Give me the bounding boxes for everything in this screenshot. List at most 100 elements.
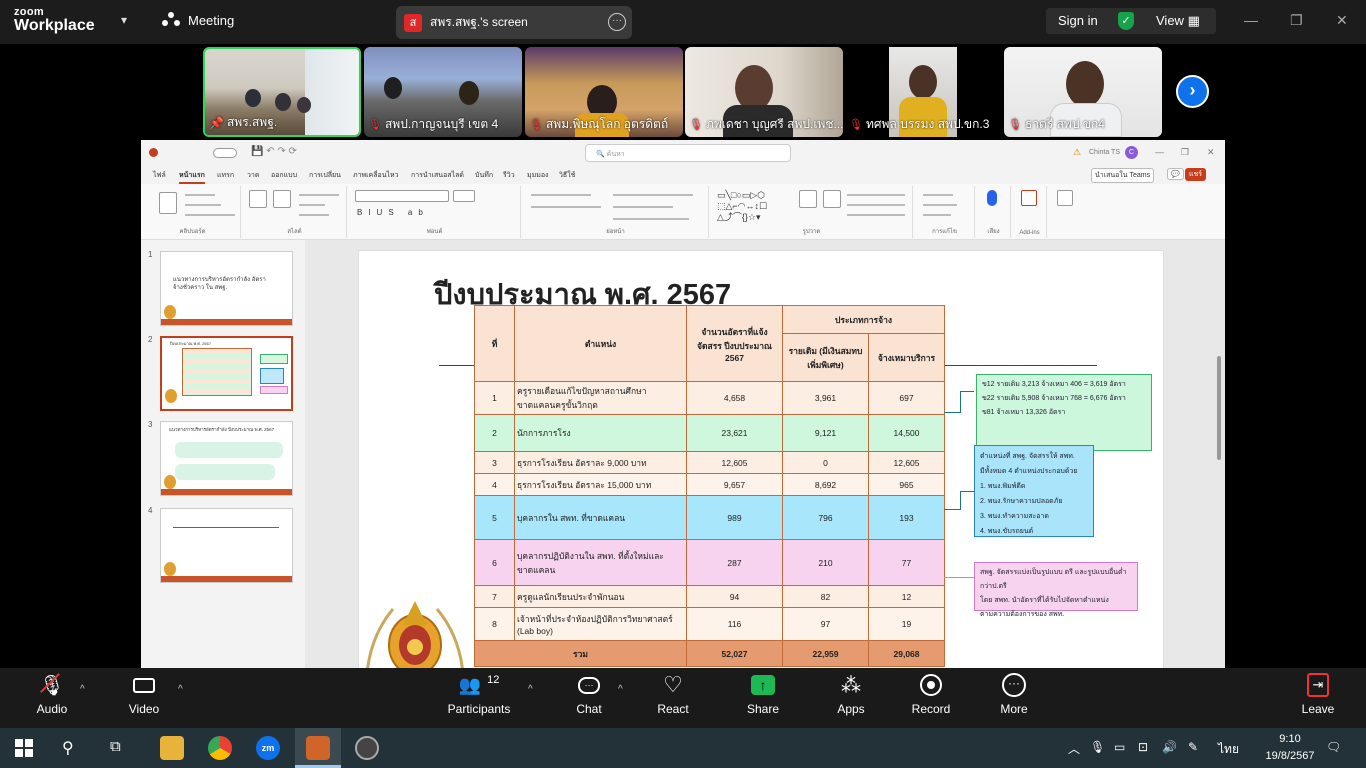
search-input[interactable]: 🔍 ค้นหา xyxy=(585,144,791,162)
font-family-select[interactable] xyxy=(355,190,449,202)
chat-options-chevron-icon[interactable]: ^ xyxy=(618,684,623,695)
share-file-button[interactable]: แชร์ xyxy=(1185,168,1207,181)
recorder-app-icon[interactable] xyxy=(355,736,379,760)
slide-thumbnail[interactable] xyxy=(160,508,293,583)
tab-animations[interactable]: ภาพเคลื่อนไหว xyxy=(353,170,399,181)
powerpoint-app-icon[interactable] xyxy=(306,736,330,760)
reset-button[interactable] xyxy=(299,204,325,206)
font-format-icons[interactable]: BIUS ab xyxy=(357,208,429,217)
tab-file[interactable]: ไฟล์ xyxy=(153,170,166,181)
volume-icon[interactable]: 🔊 xyxy=(1162,740,1177,754)
video-tile[interactable]: 🎙 ทศพล บรรมง สพป.ขก.3 xyxy=(845,47,1003,137)
windows-start-icon[interactable] xyxy=(15,739,33,757)
present-in-teams-button[interactable]: นำเสนอใน Teams xyxy=(1091,168,1155,183)
video-tile[interactable]: 🎙 สพม.พิษณุโลก อุตรดิตถ์ xyxy=(525,47,683,137)
view-button[interactable]: View ▦ xyxy=(1156,13,1200,29)
meeting-menu-button[interactable]: Meeting xyxy=(162,12,234,28)
ppt-maximize-icon[interactable]: ❐ xyxy=(1181,147,1189,158)
more-button[interactable]: ··· More xyxy=(989,668,1039,728)
text-direction-button[interactable] xyxy=(613,194,693,196)
copy-button[interactable] xyxy=(185,204,221,206)
maximize-icon[interactable]: ❐ xyxy=(1290,12,1303,29)
participants-options-chevron-icon[interactable]: ^ xyxy=(528,684,533,695)
align-text-button[interactable] xyxy=(613,206,673,208)
zoom-app-icon[interactable]: zm xyxy=(256,736,280,760)
arrange-icon[interactable] xyxy=(799,190,817,208)
dictate-mic-icon[interactable] xyxy=(987,190,997,206)
clock[interactable]: 9:10 19/8/2567 xyxy=(1260,731,1320,765)
shape-fill-button[interactable] xyxy=(847,194,905,196)
tab-draw[interactable]: วาด xyxy=(247,170,259,181)
ppt-minimize-icon[interactable]: — xyxy=(1155,147,1164,157)
tab-slideshow[interactable]: การนำเสนอสไลด์ xyxy=(411,170,464,181)
select-button[interactable] xyxy=(923,214,951,216)
record-button[interactable]: Record xyxy=(906,668,956,728)
chevron-down-icon[interactable]: ▾ xyxy=(121,13,127,27)
addins-icon[interactable] xyxy=(1021,190,1037,206)
tab-view[interactable]: มุมมอง xyxy=(527,170,548,181)
audio-button[interactable]: 🎙 Audio xyxy=(22,668,82,728)
slide-thumbnail[interactable]: แนวทางการบริหารอัตรากำลัง อัตราจ้างชั่วค… xyxy=(160,251,293,326)
shapes-gallery[interactable]: ▭╲□○▭▷⬡ ⬚△⌐◠↔↕☐ △⤴⌒{}☆▾ xyxy=(717,190,767,223)
shape-effects-button[interactable] xyxy=(847,214,905,216)
file-explorer-icon[interactable] xyxy=(160,736,184,760)
participants-button[interactable]: 👥 12 Participants xyxy=(444,668,514,728)
user-avatar[interactable]: C xyxy=(1125,146,1138,159)
video-tile[interactable]: 📌 สพร.สพฐ. xyxy=(203,47,361,137)
sign-in-button[interactable]: Sign in xyxy=(1058,13,1098,28)
paste-icon[interactable] xyxy=(159,192,177,214)
tab-review[interactable]: รีวิว xyxy=(503,170,515,181)
task-view-icon[interactable]: ⧉ xyxy=(110,738,121,755)
more-options-icon[interactable]: ··· xyxy=(608,13,626,31)
next-page-chevron-icon[interactable]: › xyxy=(1176,75,1209,108)
slide-thumbnail[interactable]: แนวทางการบริหารอัตรากำลัง ปีงบประมาณ พ.ศ… xyxy=(160,421,293,496)
video-button[interactable]: Video xyxy=(114,668,174,728)
security-shield-icon[interactable]: ✓ xyxy=(1118,12,1134,30)
format-painter-button[interactable] xyxy=(185,214,235,216)
tab-home[interactable]: หน้าแรก xyxy=(179,170,205,184)
layout-button[interactable] xyxy=(299,194,339,196)
screen-share-indicator[interactable]: ส สพร.สพฐ.'s screen ··· xyxy=(396,6,632,39)
reuse-slides-icon[interactable] xyxy=(273,190,291,208)
autosave-toggle[interactable] xyxy=(213,148,237,158)
video-tile[interactable]: 🎙 ธาตรี สพป.ขก4 xyxy=(1004,47,1162,137)
minimize-icon[interactable]: — xyxy=(1244,12,1258,28)
pen-icon[interactable]: ✎ xyxy=(1188,740,1198,754)
cut-button[interactable] xyxy=(185,194,215,196)
list-buttons[interactable] xyxy=(531,194,591,196)
quick-access-icons[interactable]: 💾 ↶ ↷ ⟳ xyxy=(251,146,297,157)
apps-button[interactable]: ⁂ Apps xyxy=(826,668,876,728)
leave-button[interactable]: ⇥ Leave xyxy=(1293,668,1343,728)
tab-design[interactable]: ออกแบบ xyxy=(271,170,297,181)
tab-record[interactable]: บันทึก xyxy=(475,170,493,181)
current-slide[interactable]: ปีงบประมาณ พ.ศ. 2567 ที่ ตำแหน่ง จำนวนอั… xyxy=(358,250,1164,668)
audio-options-chevron-icon[interactable]: ^ xyxy=(80,684,85,695)
share-screen-button[interactable]: ↑ Share xyxy=(738,668,788,728)
replace-button[interactable] xyxy=(923,204,957,206)
section-button[interactable] xyxy=(299,214,329,216)
ppt-close-icon[interactable]: ✕ xyxy=(1207,147,1215,158)
vertical-scrollbar[interactable] xyxy=(1217,356,1221,460)
chrome-icon[interactable] xyxy=(208,736,232,760)
close-icon[interactable]: ✕ xyxy=(1336,12,1348,29)
chat-button[interactable]: ··· Chat xyxy=(564,668,614,728)
input-language[interactable]: ไทย xyxy=(1218,740,1239,759)
designer-icon[interactable] xyxy=(1057,190,1073,206)
react-button[interactable]: ♡ React xyxy=(648,668,698,728)
show-hidden-icons-chevron-icon[interactable]: ︿ xyxy=(1068,740,1080,757)
slide-thumbnail-selected[interactable]: ปีงบประมาณ พ.ศ. 2567 xyxy=(160,336,293,411)
slide-editor[interactable]: ปีงบประมาณ พ.ศ. 2567 ที่ ตำแหน่ง จำนวนอั… xyxy=(305,240,1225,668)
shape-outline-button[interactable] xyxy=(847,204,905,206)
video-tile[interactable]: 🎙 สพป.กาญจนบุรี เขต 4 xyxy=(364,47,522,137)
font-size-select[interactable] xyxy=(453,190,475,202)
find-button[interactable] xyxy=(923,194,953,196)
notifications-icon[interactable]: 🗨 xyxy=(1326,740,1341,754)
align-buttons[interactable] xyxy=(531,206,601,208)
microphone-tray-icon[interactable]: 🎙 xyxy=(1090,740,1105,754)
video-options-chevron-icon[interactable]: ^ xyxy=(178,684,183,695)
convert-smartart-button[interactable] xyxy=(613,218,689,220)
comments-button[interactable]: 💬 xyxy=(1167,168,1184,180)
network-icon[interactable]: ⊡ xyxy=(1138,740,1148,754)
quick-styles-icon[interactable] xyxy=(823,190,841,208)
tab-transitions[interactable]: การเปลี่ยน xyxy=(309,170,341,181)
